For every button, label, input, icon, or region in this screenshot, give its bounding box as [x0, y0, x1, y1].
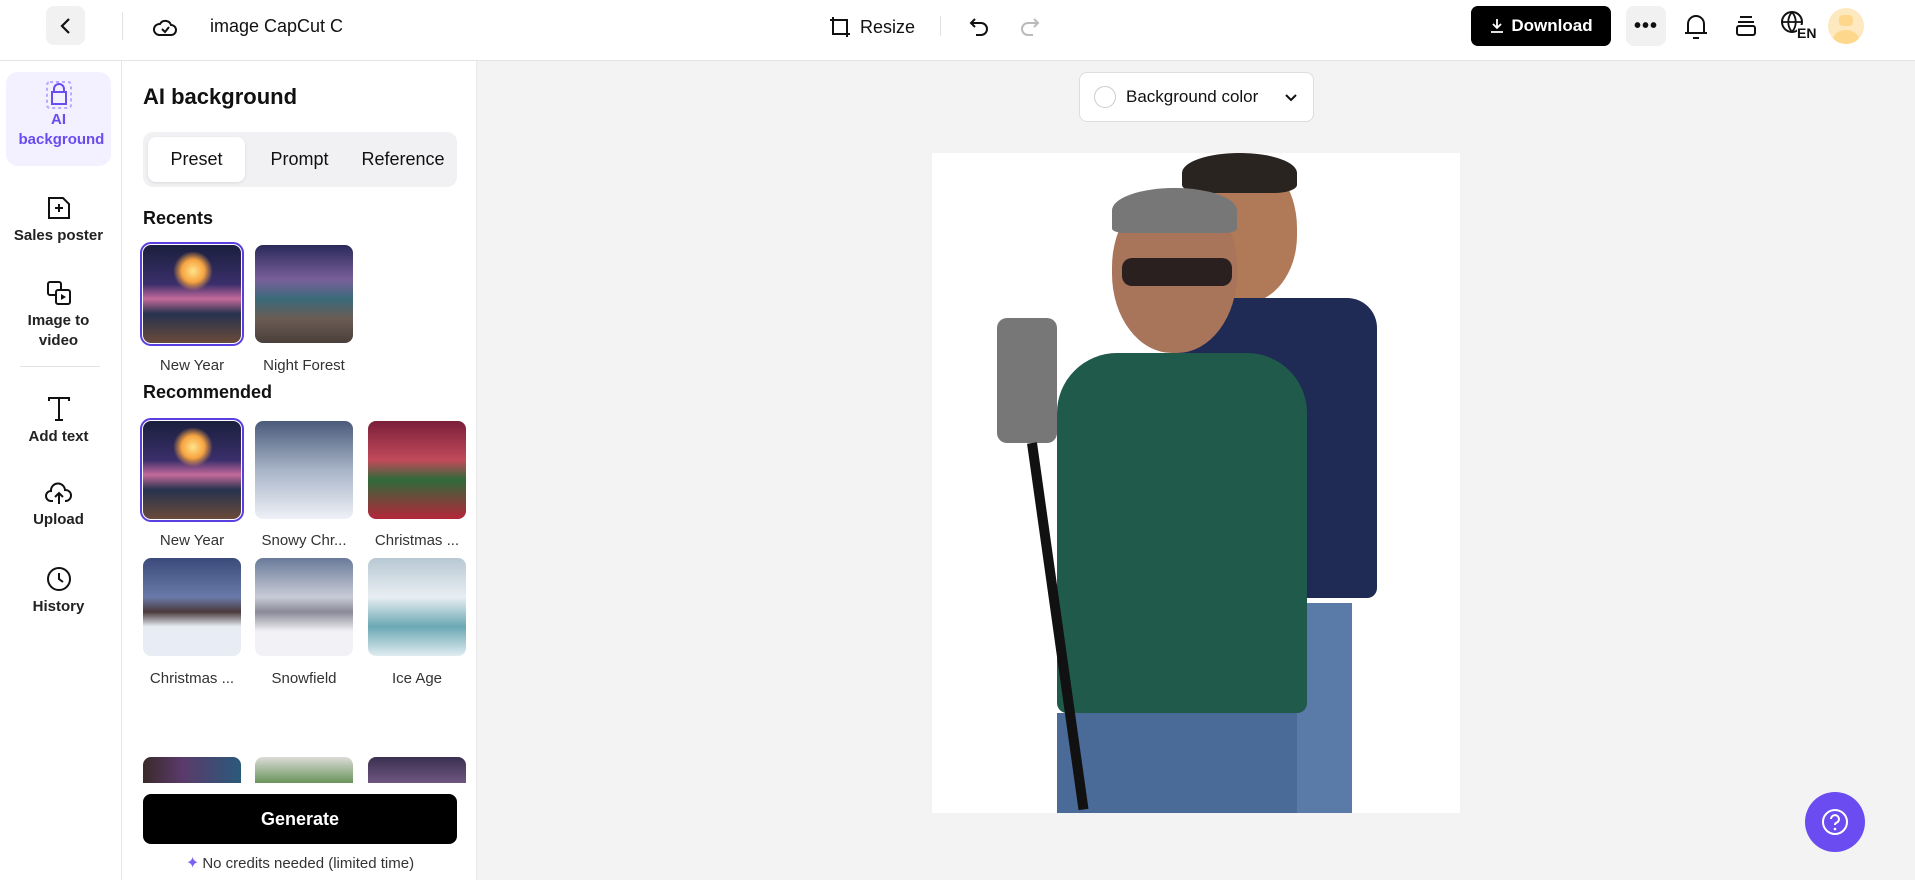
panel-title: AI background [143, 84, 298, 109]
tab-prompt[interactable]: Prompt [251, 137, 348, 182]
preset-thumb-snowy-christmas[interactable] [255, 421, 353, 519]
resize-label: Resize [860, 16, 916, 37]
recommended-heading: Recommended [143, 382, 273, 402]
download-label: Download [1511, 16, 1593, 35]
preset-label: Night Forest [263, 357, 345, 374]
tab-reference[interactable]: Reference [351, 137, 455, 182]
preset-thumb-new-year[interactable] [140, 242, 244, 346]
top-bar: image CapCut C Resize Download ••• EN [0, 0, 1915, 61]
color-swatch [1094, 86, 1116, 108]
preset-thumb-city-night[interactable] [143, 757, 241, 783]
preset-thumb-river-stones[interactable] [255, 757, 353, 783]
more-button[interactable]: ••• [1626, 6, 1666, 46]
preset-label: Snowfield [271, 670, 337, 687]
image-to-video-icon [46, 281, 71, 305]
resize-button[interactable]: Resize [828, 12, 915, 42]
resize-icon [830, 17, 850, 37]
background-color-label: Background color [1126, 87, 1259, 106]
avatar[interactable] [1828, 8, 1864, 44]
preset-thumb-christmas[interactable] [368, 421, 466, 519]
preset-label: Christmas ... [374, 532, 460, 549]
image-canvas[interactable] [932, 153, 1460, 813]
download-button[interactable]: Download [1471, 6, 1611, 46]
preset-label: New Year [159, 532, 225, 549]
preset-label: Christmas ... [149, 670, 235, 687]
undo-icon [969, 18, 988, 36]
recents-heading: Recents [143, 208, 214, 228]
help-button[interactable] [1805, 792, 1865, 852]
help-icon [1822, 809, 1848, 835]
credits-note-text: No credits needed (limited time) [202, 854, 415, 872]
divider [940, 16, 941, 36]
language-label: EN [1797, 25, 1817, 41]
tool-rail: AI background Sales poster Image to vide… [0, 61, 122, 880]
preset-thumb-desert-galaxy[interactable] [368, 757, 466, 783]
mode-tabs: Preset Prompt Reference [143, 132, 457, 187]
rail-label: Image to video [27, 312, 90, 349]
preset-thumb-christmas-cabin[interactable] [143, 558, 241, 656]
preset-thumb-night-forest[interactable] [255, 245, 353, 343]
redo-button[interactable] [1016, 12, 1044, 40]
upload-icon [44, 482, 72, 504]
canvas-area: Background color [477, 61, 1915, 880]
rail-label: Add text [28, 428, 89, 445]
cloud-saved-icon[interactable] [150, 12, 180, 42]
sparkle-icon: ✦ [185, 855, 200, 872]
sales-poster-icon [47, 197, 70, 219]
rail-label: AI background [18, 111, 105, 148]
redo-icon [1021, 18, 1040, 36]
ai-background-panel: AI background Preset Prompt Reference Re… [122, 61, 477, 880]
history-icon [46, 567, 71, 591]
generate-button[interactable]: Generate [143, 794, 457, 844]
preset-label: Ice Age [391, 670, 443, 687]
preset-label: New Year [159, 357, 225, 374]
rail-item-upload[interactable]: Upload [6, 472, 111, 530]
preset-thumb-snowfield[interactable] [255, 558, 353, 656]
language-button[interactable]: EN [1780, 10, 1817, 44]
text-icon [47, 397, 70, 421]
rail-item-ai-background[interactable]: AI background [6, 72, 111, 166]
preset-thumb-ice-age[interactable] [368, 558, 466, 656]
bell-icon [1685, 15, 1707, 39]
preset-label: Snowy Chr... [261, 532, 347, 549]
rail-item-sales-poster[interactable]: Sales poster [6, 186, 111, 246]
rail-label: Upload [33, 511, 84, 528]
background-color-dropdown[interactable]: Background color [1079, 72, 1314, 122]
undo-button[interactable] [965, 12, 993, 40]
rail-item-image-to-video[interactable]: Image to video [6, 271, 111, 351]
chevron-down-icon [1285, 94, 1297, 102]
rail-divider [20, 366, 100, 367]
subject-photo [997, 153, 1397, 813]
more-icon: ••• [1633, 14, 1658, 37]
rail-label: History [32, 598, 85, 615]
download-icon [1491, 19, 1504, 33]
preset-thumb-new-year[interactable] [140, 418, 244, 522]
rail-label: Sales poster [13, 227, 104, 244]
tab-preset[interactable]: Preset [148, 137, 245, 182]
layers-icon [1736, 16, 1756, 36]
divider [122, 12, 123, 40]
ai-background-icon [45, 81, 72, 109]
layers-button[interactable] [1731, 10, 1761, 42]
preset-scroll[interactable]: New Year Night Forest Recommended New Ye… [122, 231, 477, 783]
credits-note: ✦ No credits needed (limited time) [143, 851, 457, 875]
back-button[interactable] [46, 6, 85, 45]
notifications-button[interactable] [1681, 10, 1711, 42]
rail-item-add-text[interactable]: Add text [6, 387, 111, 447]
rail-item-history[interactable]: History [6, 557, 111, 617]
chevron-left-icon [59, 17, 70, 34]
project-title[interactable]: image CapCut C [210, 16, 343, 37]
